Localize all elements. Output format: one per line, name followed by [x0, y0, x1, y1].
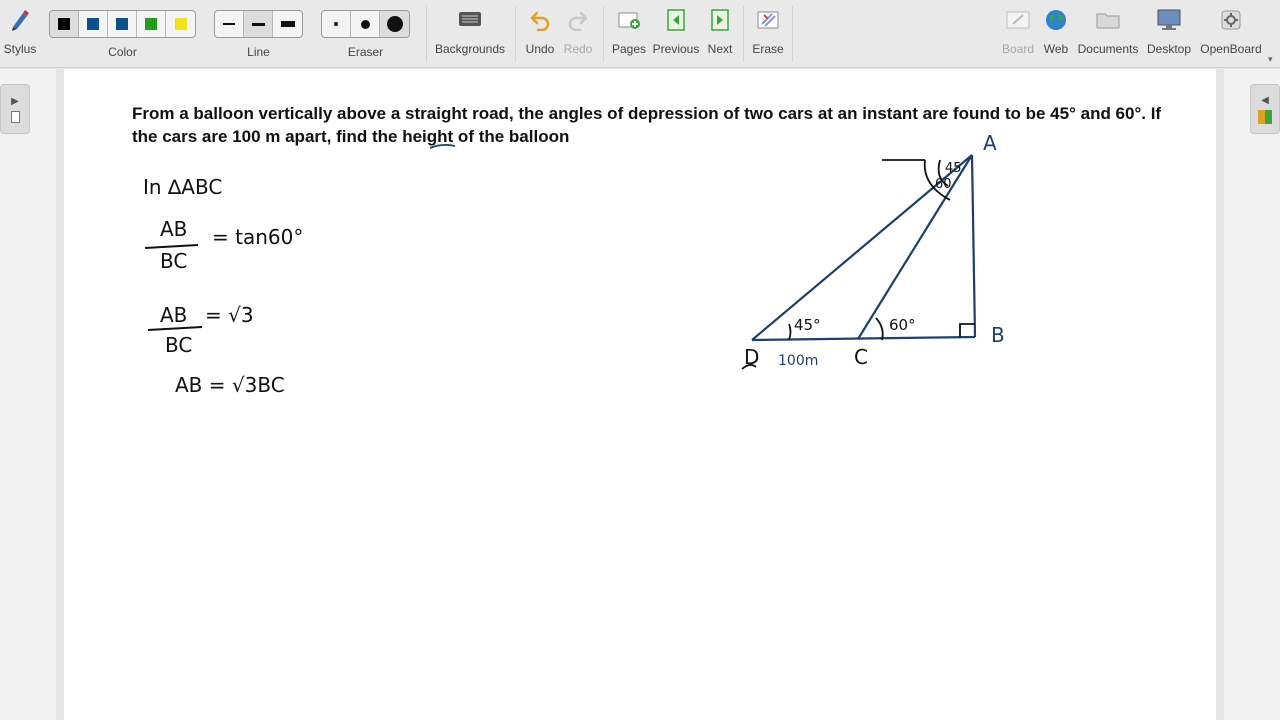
fraction-2-numerator: AB	[160, 303, 187, 327]
fraction-2-denominator: BC	[165, 333, 192, 357]
point-a-label: A	[983, 131, 997, 155]
point-b-label: B	[991, 323, 1005, 347]
line-db	[751, 335, 976, 342]
working-line-1: In ∆ABC	[143, 175, 222, 199]
equation-3: AB = √3BC	[175, 373, 285, 397]
handwriting-layer: In ∆ABC AB BC = tan60° AB BC = √3 AB = √…	[143, 131, 1005, 397]
equation-1-rhs: = tan60°	[212, 225, 303, 249]
angle-label-45: 45°	[794, 316, 821, 334]
distance-label: 100m	[778, 353, 818, 369]
angle-label-top-45: 45	[945, 161, 962, 176]
point-d-label: D	[744, 345, 759, 369]
right-angle-mark	[959, 323, 975, 337]
fraction-1-bar	[144, 244, 199, 249]
fraction-1-numerator: AB	[160, 217, 187, 241]
angle-label-60: 60°	[889, 316, 916, 334]
fraction-1-denominator: BC	[160, 249, 187, 273]
fraction-2-bar	[147, 326, 203, 331]
equation-2-rhs: = √3	[205, 303, 254, 327]
line-ca	[857, 154, 973, 340]
underline-stroke	[429, 143, 456, 149]
point-c-label: C	[854, 345, 868, 369]
line-ab	[970, 154, 977, 338]
angle-arc-d	[788, 323, 792, 341]
angle-arc-c	[875, 317, 884, 341]
angle-label-top-60: 60	[935, 177, 952, 192]
